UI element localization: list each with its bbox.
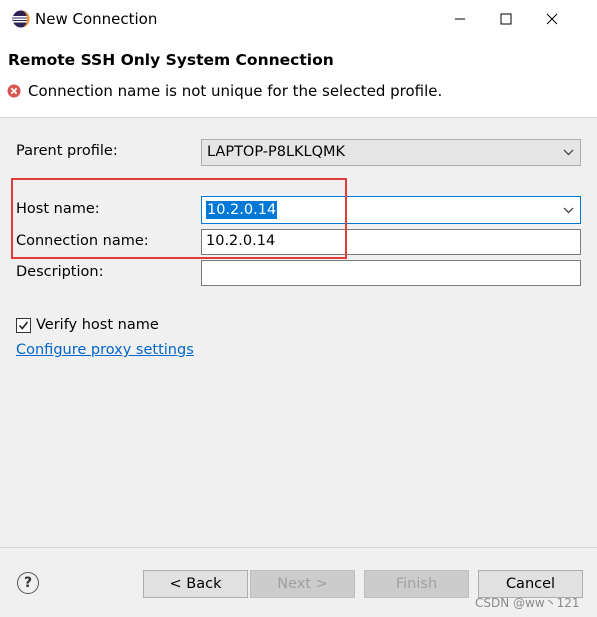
parent-profile-label: Parent profile: (16, 143, 118, 159)
configure-proxy-link[interactable]: Configure proxy settings (16, 342, 194, 358)
description-field[interactable] (201, 260, 581, 286)
maximize-icon (500, 13, 512, 25)
highlight-annotation-box (11, 178, 347, 259)
verify-host-label[interactable]: Verify host name (36, 317, 159, 333)
parent-profile-combo[interactable]: LAPTOP-P8LKLQMK (201, 139, 581, 166)
chevron-down-icon (563, 149, 574, 156)
next-button[interactable]: Next > (250, 570, 355, 598)
page-title: Remote SSH Only System Connection (8, 51, 334, 69)
back-button[interactable]: < Back (143, 570, 248, 598)
chevron-down-icon (563, 207, 574, 214)
checkmark-icon (18, 321, 29, 330)
footer-divider (0, 547, 597, 548)
description-label: Description: (16, 264, 104, 280)
close-icon (546, 13, 558, 25)
parent-profile-value: LAPTOP-P8LKLQMK (207, 144, 346, 160)
error-message: Connection name is not unique for the se… (28, 82, 443, 100)
maximize-button[interactable] (483, 0, 529, 38)
watermark: CSDN @ww丶121 (475, 596, 580, 610)
eclipse-icon (11, 9, 31, 29)
minimize-button[interactable] (437, 0, 483, 38)
close-button[interactable] (529, 0, 575, 38)
finish-button[interactable]: Finish (364, 570, 469, 598)
window-title: New Connection (35, 10, 158, 28)
verify-host-checkbox[interactable] (16, 318, 31, 333)
help-icon[interactable]: ? (17, 572, 39, 594)
wizard-header (0, 38, 597, 118)
error-icon (7, 83, 21, 98)
minimize-icon (455, 18, 465, 20)
